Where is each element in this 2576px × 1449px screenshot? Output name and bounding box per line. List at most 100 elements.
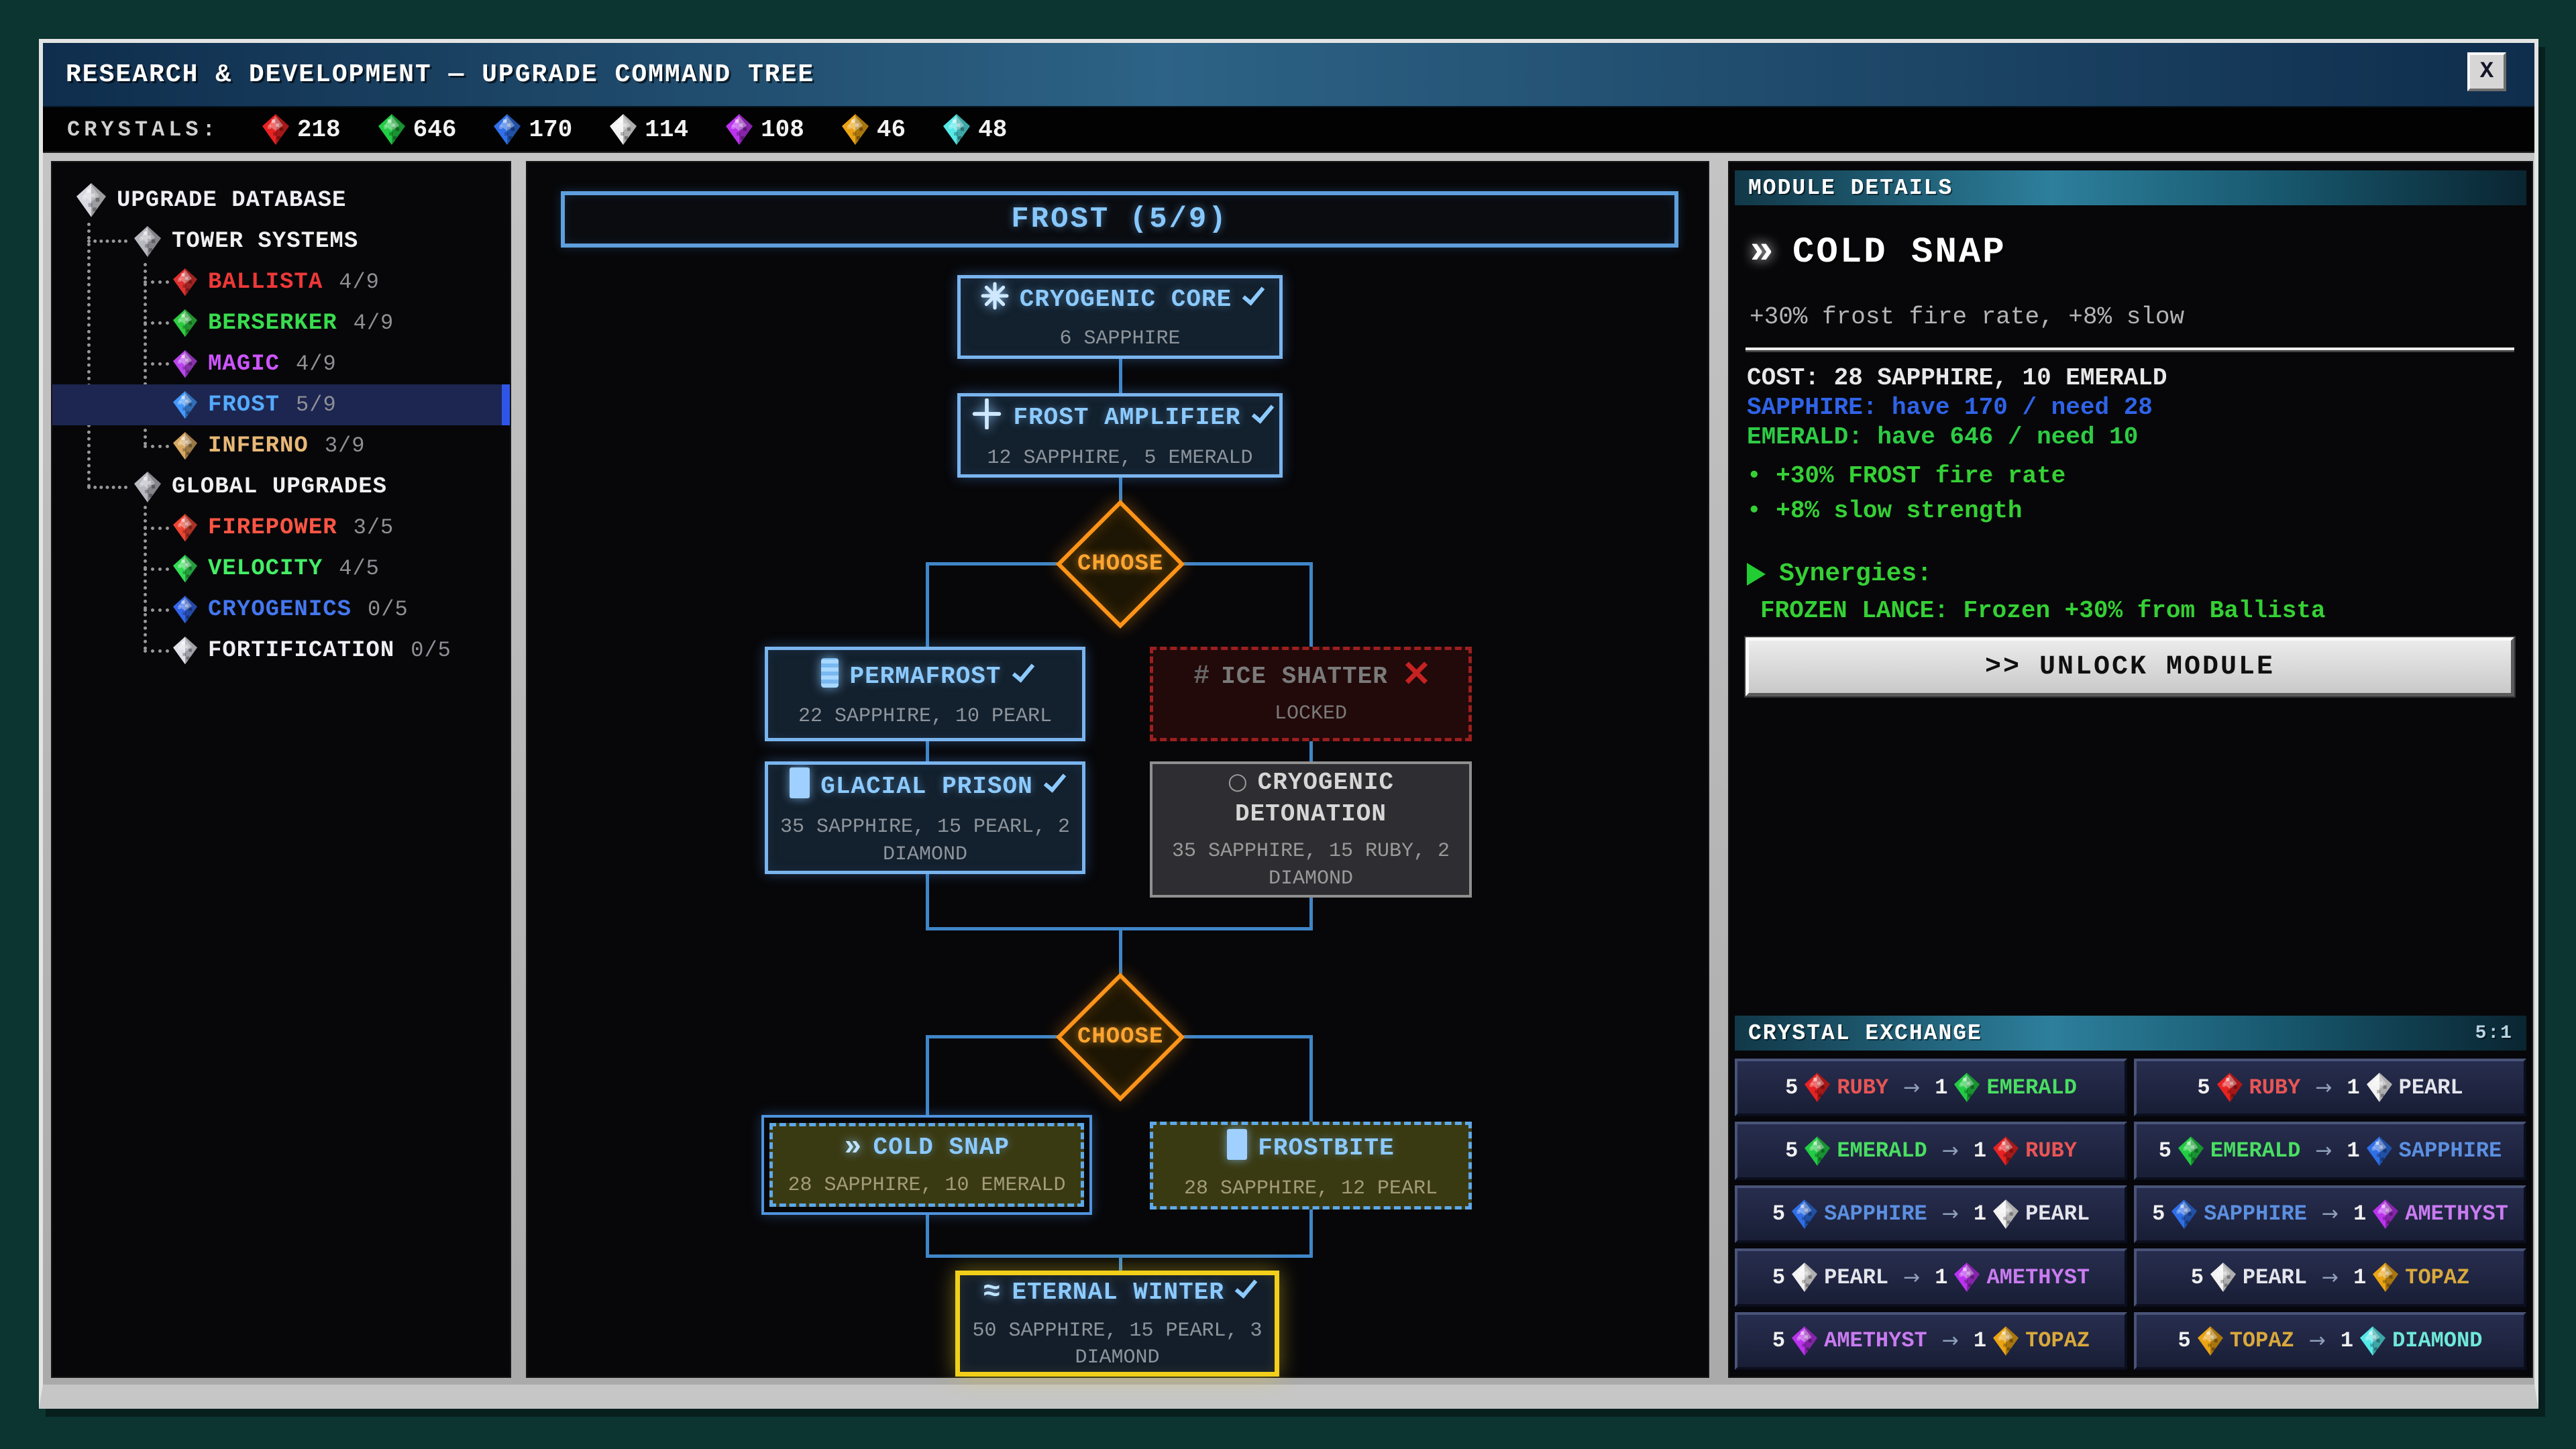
tree-connector [1183,562,1311,566]
exchange-button-emerald-to-ruby[interactable]: 5EMERALD→1RUBY [1735,1122,2127,1179]
upgrade-database-panel: UPGRADE DATABASETOWER SYSTEMSBALLISTA4/9… [51,161,511,1378]
topaz-gem-icon [1993,1326,2019,1356]
check-icon [1242,283,1259,316]
unlock-module-button[interactable]: >> UNLOCK MODULE [1746,637,2514,696]
diamond-gem-icon [2360,1326,2385,1356]
ruby-gem-icon [262,114,289,145]
module-description: +30% frost fire rate, +8% slow [1750,303,2184,331]
crystal-count-ruby: 218 [262,114,341,145]
tree-connector [926,562,929,647]
pearl-gem-icon [1792,1263,1817,1292]
tree-connector [1309,562,1313,647]
emerald-gem-icon [2178,1136,2204,1166]
gem-icon [173,432,197,460]
choose-diamond-2: CHOOSE [1056,973,1185,1102]
pearl-gem-icon [2210,1263,2236,1292]
node-cryogenic-detonation[interactable]: ○CRYOGENIC DETONATION 35 SAPPHIRE, 15 RU… [1150,761,1472,898]
sidebar-item-cryogenics[interactable]: CRYOGENICS0/5 [52,589,510,630]
exchange-button-topaz-to-diamond[interactable]: 5TOPAZ→1DIAMOND [2134,1312,2526,1370]
module-title: COLD SNAP [1792,232,2006,273]
sidebar-item-frost[interactable]: FROST5/9 [52,384,510,425]
tree-connector [926,1215,929,1256]
exchange-button-pearl-to-topaz[interactable]: 5PEARL→1TOPAZ [2134,1248,2526,1306]
cost-line: COST: 28 SAPPHIRE, 10 EMERALD [1747,366,2167,390]
tree-connector [1119,359,1122,393]
content-frame: UPGRADE DATABASETOWER SYSTEMSBALLISTA4/9… [43,153,2534,1385]
topaz-gem-icon [2198,1326,2223,1356]
sidebar-item-global-upgrades[interactable]: GLOBAL UPGRADES [52,466,510,507]
tree-connector [926,741,929,761]
crystals-bar: CRYSTALS: 2186461701141084648 [43,107,2534,153]
ice-block-icon [790,767,810,806]
exchange-button-amethyst-to-topaz[interactable]: 5AMETHYST→1TOPAZ [1735,1312,2127,1370]
check-icon [1012,660,1029,693]
node-ice-shatter[interactable]: #ICE SHATTER LOCKED [1150,647,1472,741]
exchange-button-ruby-to-emerald[interactable]: 5RUBY→1EMERALD [1735,1059,2127,1116]
sidebar-item-firepower[interactable]: FIREPOWER3/5 [52,507,510,548]
check-icon [1044,770,1061,803]
crystal-count-sapphire: 170 [494,114,572,145]
wave-icon: ≈ [983,1276,1001,1309]
sidebar-item-berserker[interactable]: BERSERKER4/9 [52,303,510,343]
gem-icon [173,350,197,378]
circle-icon: ○ [1228,769,1248,796]
topaz-gem-icon [2373,1263,2398,1292]
gem-icon [173,514,197,541]
topaz-gem-icon [842,114,869,145]
sapphire-gem-icon [2171,1199,2197,1229]
node-permafrost[interactable]: PERMAFROST 22 SAPPHIRE, 10 PEARL [765,647,1085,741]
gem-icon [173,268,197,296]
emerald-gem-icon [1805,1136,1830,1166]
sidebar-item-tower-systems[interactable]: TOWER SYSTEMS [52,221,510,262]
tree-connector [1309,898,1313,929]
gem-icon [173,637,197,664]
choose-diamond-1: CHOOSE [1056,500,1185,629]
amethyst-gem-icon [2373,1199,2398,1229]
diamond-gem-icon [943,114,970,145]
tree-connector [1309,741,1313,761]
tree-connector [1183,1035,1311,1038]
module-details-panel: MODULE DETAILS » COLD SNAP +30% frost fi… [1728,161,2533,1378]
node-cold-snap[interactable]: »COLD SNAP 28 SAPPHIRE, 10 EMERALD [761,1115,1092,1215]
sidebar-item-fortification[interactable]: FORTIFICATION0/5 [52,630,510,671]
gem-icon [173,555,197,582]
exchange-button-sapphire-to-amethyst[interactable]: 5SAPPHIRE→1AMETHYST [2134,1185,2526,1243]
x-icon [1399,661,1428,692]
node-frostbite[interactable]: FROSTBITE 28 SAPPHIRE, 12 PEARL [1150,1122,1472,1210]
node-eternal-winter[interactable]: ≈ETERNAL WINTER 50 SAPPHIRE, 15 PEARL, 3… [955,1271,1279,1377]
sidebar-item-magic[interactable]: MAGIC4/9 [52,343,510,384]
node-frost-amplifier[interactable]: FROST AMPLIFIER 12 SAPPHIRE, 5 EMERALD [957,393,1283,478]
sidebar-item-velocity[interactable]: VELOCITY4/5 [52,548,510,589]
node-glacial-prison[interactable]: GLACIAL PRISON 35 SAPPHIRE, 15 PEARL, 2 … [765,761,1085,874]
crystal-count-pearl: 114 [610,114,688,145]
hash-icon: # [1193,661,1210,692]
exchange-button-pearl-to-amethyst[interactable]: 5PEARL→1AMETHYST [1735,1248,2127,1306]
tree-connector [926,562,1076,566]
sapphire-gem-icon [2367,1136,2392,1166]
exchange-button-emerald-to-sapphire[interactable]: 5EMERALD→1SAPPHIRE [2134,1122,2526,1179]
exchange-button-ruby-to-pearl[interactable]: 5RUBY→1PEARL [2134,1059,2526,1116]
sidebar-item-inferno[interactable]: INFERNO3/9 [52,425,510,466]
chevrons-icon: » [844,1130,862,1164]
main-window: RESEARCH & DEVELOPMENT — UPGRADE COMMAND… [39,39,2538,1409]
crystal-count-topaz: 46 [842,114,906,145]
gem-icon [173,391,197,419]
emerald-line: EMERALD: have 646 / need 10 [1747,425,2138,449]
gem-icon [134,472,161,502]
sidebar-item-ballista[interactable]: BALLISTA4/9 [52,262,510,303]
ruby-gem-icon [2217,1073,2243,1102]
check-icon [1252,401,1269,434]
chevrons-icon: » [1750,229,1774,275]
tree-connector [926,1035,929,1115]
close-button[interactable]: X [2467,52,2506,91]
gem-icon [134,226,161,257]
crystal-count-diamond: 48 [943,114,1007,145]
title-bar: RESEARCH & DEVELOPMENT — UPGRADE COMMAND… [43,43,2534,107]
sidebar-item-upgrade-database[interactable]: UPGRADE DATABASE [52,180,510,221]
synergy-line: FROZEN LANCE: Frozen +30% from Ballista [1760,597,2326,625]
amethyst-gem-icon [1954,1263,1980,1292]
snowflake-icon [981,282,1009,317]
exchange-button-sapphire-to-pearl[interactable]: 5SAPPHIRE→1PEARL [1735,1185,2127,1243]
sapphire-gem-icon [494,114,521,145]
node-cryogenic-core[interactable]: CRYOGENIC CORE 6 SAPPHIRE [957,275,1283,359]
